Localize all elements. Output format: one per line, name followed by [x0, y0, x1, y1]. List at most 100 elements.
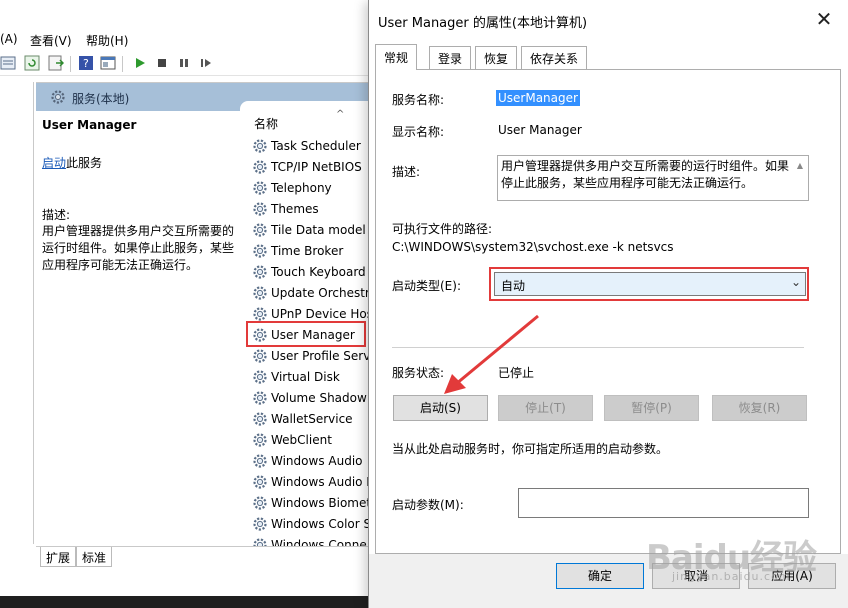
service-status-label: 服务状态:	[392, 366, 445, 380]
stop-icon[interactable]	[154, 55, 170, 71]
service-name: Themes	[271, 202, 319, 216]
description-field[interactable]: 用户管理器提供多用户交互所需要的运行时组件。如果停止此服务，某些应用程序可能无法…	[497, 155, 809, 201]
menu-help[interactable]: 帮助(H)	[86, 32, 128, 49]
restart-icon[interactable]	[198, 55, 214, 71]
service-row[interactable]: WalletService	[252, 409, 372, 430]
service-row[interactable]: Tile Data model	[252, 220, 372, 241]
description-field-label: 描述:	[392, 165, 421, 179]
refresh-icon[interactable]	[24, 55, 40, 71]
gear-icon	[253, 160, 267, 174]
service-row[interactable]: Update Orchestr	[252, 283, 372, 304]
properties-icon[interactable]	[0, 55, 16, 71]
service-row[interactable]: Windows Audio	[252, 451, 372, 472]
service-row[interactable]: Telephony	[252, 178, 372, 199]
ok-button[interactable]: 确定	[556, 563, 644, 589]
service-row[interactable]: TCP/IP NetBIOS	[252, 157, 372, 178]
gear-icon	[253, 433, 267, 447]
toolbar: ?	[0, 52, 380, 76]
service-row[interactable]: User Profile Serv	[252, 346, 372, 367]
svg-text:?: ?	[83, 57, 89, 70]
path-value: C:\WINDOWS\system32\svchost.exe -k netsv…	[392, 240, 674, 254]
service-row[interactable]: Volume Shadow	[252, 388, 372, 409]
service-name: UPnP Device Hos	[271, 307, 372, 321]
service-name: Tile Data model	[271, 223, 366, 237]
apply-button[interactable]: 应用(A)	[748, 563, 836, 589]
display-name-value[interactable]: User Manager	[498, 123, 582, 137]
start-button[interactable]: 启动(S)	[393, 395, 488, 421]
gear-icon	[253, 412, 267, 426]
menu-bar: (A) 查看(V) 帮助(H)	[0, 30, 380, 50]
start-service-suffix: 此服务	[66, 156, 103, 170]
service-name: Windows Biomet	[271, 496, 372, 510]
start-service-line: 启动此服务	[42, 154, 102, 171]
description-scrollbar[interactable]: ▲▼	[793, 157, 807, 199]
service-row[interactable]: Windows Audio I	[252, 472, 372, 493]
service-row[interactable]: Themes	[252, 199, 372, 220]
description-text: 用户管理器提供多用户交互所需要的运行时组件。如果停止此服务，某些应用程序可能无法…	[42, 224, 235, 272]
service-row[interactable]: Task Scheduler	[252, 136, 372, 157]
startup-type-label: 启动类型(E):	[392, 279, 461, 293]
gear-icon	[253, 286, 267, 300]
panel-title: 服务(本地)	[72, 92, 130, 106]
export-list-icon[interactable]	[48, 55, 64, 71]
service-name: Time Broker	[271, 244, 344, 258]
service-row[interactable]: WebClient	[252, 430, 372, 451]
service-row[interactable]: Virtual Disk	[252, 367, 372, 388]
pause-icon[interactable]	[176, 55, 192, 71]
cancel-button[interactable]: 取消	[652, 563, 740, 589]
service-row[interactable]: Windows Biomet	[252, 493, 372, 514]
pause-button[interactable]: 暂停(P)	[604, 395, 699, 421]
gear-icon	[253, 349, 267, 363]
menu-action[interactable]: (A)	[0, 32, 18, 46]
gear-icon	[51, 90, 65, 104]
display-name-label: 显示名称:	[392, 125, 445, 139]
console-tree	[0, 82, 34, 544]
toolbar-separator	[70, 56, 71, 72]
play-icon[interactable]	[132, 55, 148, 71]
services-panel: 服务(本地) User Manager 启动此服务 描述: 用户管理器提供多用户…	[36, 82, 372, 552]
start-params-label: 启动参数(M):	[392, 498, 464, 512]
description-field-text: 用户管理器提供多用户交互所需要的运行时组件。如果停止此服务，某些应用程序可能无法…	[501, 159, 790, 190]
resume-button[interactable]: 恢复(R)	[712, 395, 807, 421]
menu-view[interactable]: 查看(V)	[30, 32, 72, 49]
startup-type-highlight	[489, 267, 809, 301]
service-row[interactable]: Touch Keyboard	[252, 262, 372, 283]
tab-extended[interactable]: 扩展	[40, 547, 77, 567]
help-icon[interactable]: ?	[78, 55, 94, 71]
gear-icon	[253, 454, 267, 468]
service-name: Virtual Disk	[271, 370, 340, 384]
description-label: 描述:	[42, 208, 71, 222]
service-row[interactable]: Time Broker	[252, 241, 372, 262]
selected-service-name: User Manager	[42, 118, 137, 132]
start-params-input[interactable]	[518, 488, 809, 518]
path-label: 可执行文件的路径:	[392, 222, 493, 236]
column-header-name[interactable]: 名称	[254, 115, 278, 132]
tab-dependencies[interactable]: 依存关系	[521, 46, 588, 70]
sort-ascending-icon: ^	[336, 109, 345, 120]
tab-general[interactable]: 常规	[375, 44, 418, 70]
close-icon[interactable]: ✕	[809, 8, 839, 32]
console-icon[interactable]	[100, 55, 116, 71]
start-service-link[interactable]: 启动	[42, 156, 66, 170]
gear-icon	[253, 496, 267, 510]
tab-logon[interactable]: 登录	[429, 46, 472, 70]
selected-service-highlight	[246, 321, 366, 347]
gear-icon	[253, 244, 267, 258]
gear-icon	[253, 475, 267, 489]
service-name: Windows Audio	[271, 454, 363, 468]
service-name: WalletService	[271, 412, 353, 426]
service-name: Windows Audio I	[271, 475, 370, 489]
service-row[interactable]: Windows Color S	[252, 514, 372, 535]
gear-icon	[253, 139, 267, 153]
tab-recovery[interactable]: 恢复	[475, 46, 518, 70]
gear-icon	[253, 265, 267, 279]
gear-icon	[253, 517, 267, 531]
dialog-tabs: 常规 登录 恢复 依存关系	[375, 44, 841, 70]
tab-standard[interactable]: 标准	[76, 547, 113, 567]
stop-button[interactable]: 停止(T)	[498, 395, 593, 421]
service-name: Volume Shadow	[271, 391, 367, 405]
description-pane: User Manager 启动此服务 描述: 用户管理器提供多用户交互所需要的运…	[36, 111, 240, 545]
dialog-body	[375, 69, 841, 554]
service-name-value[interactable]: UserManager	[496, 90, 580, 106]
service-name: Telephony	[271, 181, 332, 195]
